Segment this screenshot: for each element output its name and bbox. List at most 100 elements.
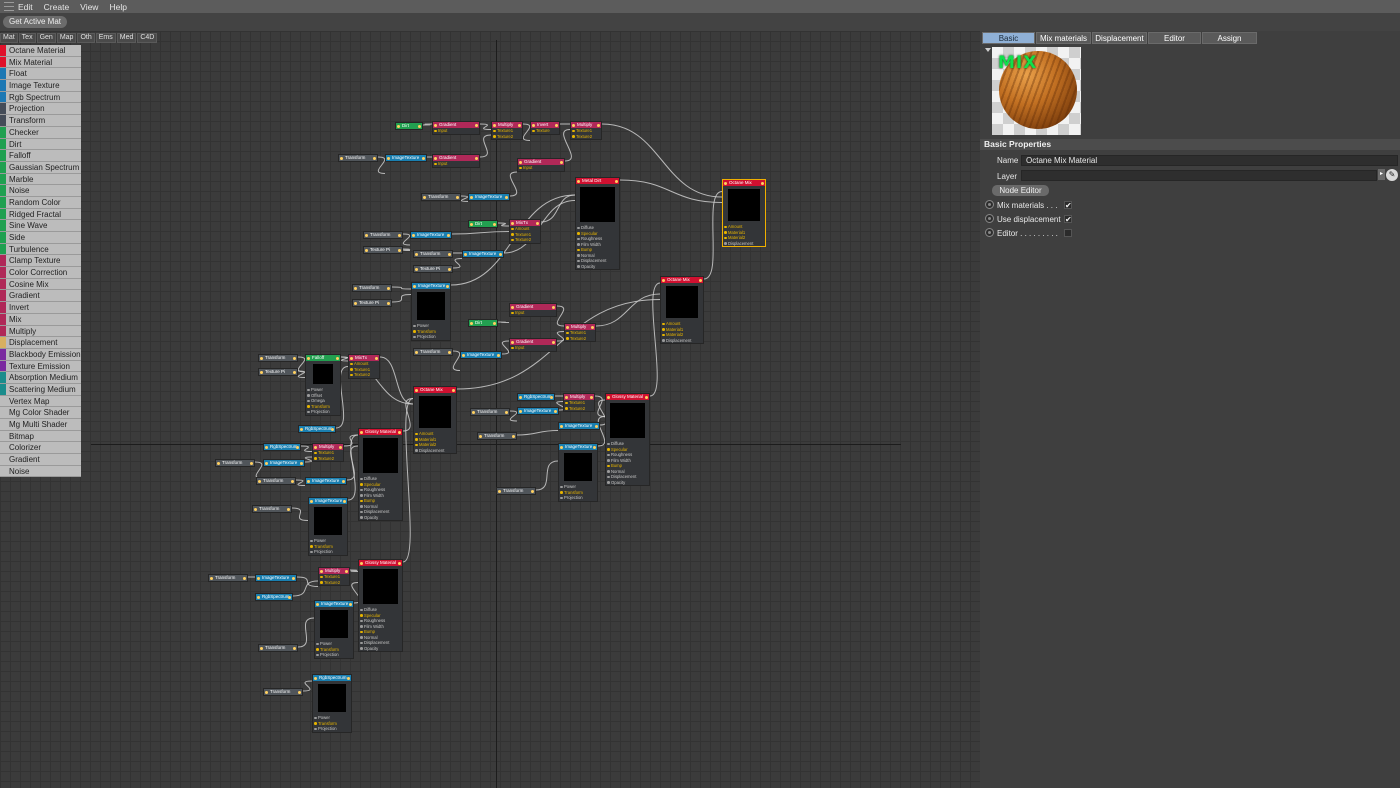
node-port-texture2[interactable]: Texture2 <box>510 237 540 243</box>
node-port-opacity[interactable]: Opacity <box>606 480 649 486</box>
input-socket-icon[interactable] <box>511 305 514 309</box>
node-imagetex-g[interactable]: ImageTexture <box>517 407 559 415</box>
input-socket-icon[interactable] <box>472 410 475 414</box>
output-socket-icon[interactable] <box>292 576 295 580</box>
palette-item[interactable]: Mix <box>0 313 81 326</box>
node-gradient-b[interactable]: Gradient Input <box>432 154 480 168</box>
menu-create[interactable]: Create <box>44 2 70 12</box>
node-title[interactable]: Transform <box>478 433 516 439</box>
node-imagetex-b[interactable]: ImageTexture <box>468 193 510 201</box>
output-socket-icon[interactable] <box>446 284 449 288</box>
output-socket-icon[interactable] <box>345 569 348 573</box>
output-socket-icon[interactable] <box>293 646 296 650</box>
palette-item[interactable]: Marble <box>0 173 81 186</box>
node-editor-button[interactable]: Node Editor <box>992 185 1049 196</box>
node-gradient-a[interactable]: Gradient Input <box>432 121 480 135</box>
node-octane-mix-c[interactable]: Octane Mix Amount Material1 Material2 Displa… <box>413 386 457 454</box>
output-socket-icon[interactable] <box>298 690 301 694</box>
palette-item[interactable]: Mix Material <box>0 56 81 69</box>
input-socket-icon[interactable] <box>397 124 400 128</box>
input-socket-icon[interactable] <box>257 595 260 599</box>
output-socket-icon[interactable] <box>447 233 450 237</box>
palette-item[interactable]: Bitmap <box>0 430 81 443</box>
output-socket-icon[interactable] <box>456 195 459 199</box>
node-multiply-d[interactable]: Multiply Texture1 Texture2 <box>563 393 595 412</box>
input-socket-icon[interactable] <box>360 430 363 434</box>
node-rgbspectrum-c[interactable]: RgbSpectrum <box>263 443 301 451</box>
node-title[interactable]: RgbSpectrum <box>264 444 300 450</box>
palette-item[interactable]: Texture Emission <box>0 360 81 373</box>
palette-item[interactable]: Mg Multi Shader <box>0 419 81 431</box>
node-dirt-top[interactable]: Dirt <box>395 122 423 130</box>
palette-item[interactable]: Blackbody Emission <box>0 348 81 361</box>
palette-item[interactable]: Mg Color Shader <box>0 407 81 419</box>
node-port-projection[interactable]: Projection <box>412 334 450 340</box>
node-title[interactable]: Transform <box>414 251 452 257</box>
palette-item[interactable]: Ridged Fractal <box>0 208 81 221</box>
input-socket-icon[interactable] <box>415 350 418 354</box>
palette-item[interactable]: Image Texture <box>0 80 81 92</box>
node-title[interactable]: RgbSpectrum <box>256 594 292 600</box>
node-imagetex-f[interactable]: ImageTexture <box>460 351 502 359</box>
output-socket-icon[interactable] <box>448 252 451 256</box>
palette-item[interactable]: Gradient <box>0 454 81 466</box>
input-socket-icon[interactable] <box>662 278 665 282</box>
node-gradient-c[interactable]: Gradient Input <box>517 158 565 172</box>
node-gradient-d[interactable]: Gradient Input <box>509 303 557 317</box>
node-title[interactable]: Transform <box>264 689 302 695</box>
layer-arrow-icon[interactable]: ▸ <box>1378 169 1385 180</box>
palette-item[interactable]: Invert <box>0 302 81 314</box>
palette-item[interactable]: Noise <box>0 185 81 197</box>
node-title[interactable]: ImageTexture <box>309 498 347 504</box>
node-title[interactable]: Texture Pi <box>364 247 402 253</box>
output-socket-icon[interactable] <box>375 356 378 360</box>
palette-item[interactable]: Float <box>0 68 81 81</box>
node-title[interactable]: Dirt <box>469 320 497 326</box>
palette-item[interactable]: Vertex Map <box>0 395 81 408</box>
output-socket-icon[interactable] <box>296 445 299 449</box>
input-socket-icon[interactable] <box>607 395 610 399</box>
output-socket-icon[interactable] <box>452 388 455 392</box>
input-socket-icon[interactable] <box>423 195 426 199</box>
node-multiply-a[interactable]: Multiply Texture1 Texture2 <box>491 121 523 140</box>
node-imagetex-c[interactable]: ImageTexture <box>410 231 452 239</box>
node-title[interactable]: Transform <box>259 645 297 651</box>
node-multiply-f[interactable]: Multiply Texture1 Texture2 <box>318 567 350 586</box>
tab-gen[interactable]: Gen <box>36 33 56 43</box>
output-socket-icon[interactable] <box>339 445 342 449</box>
node-transform-k[interactable]: Transform <box>215 459 255 467</box>
node-port-input[interactable]: Input <box>433 161 479 167</box>
palette-item[interactable]: Gradient <box>0 290 81 303</box>
node-transform-e[interactable]: Transform <box>352 284 392 292</box>
input-socket-icon[interactable] <box>572 123 575 127</box>
get-active-mat-button[interactable]: Get Active Mat <box>3 16 68 28</box>
use-displacement-radio-icon[interactable] <box>985 214 994 223</box>
node-title[interactable]: ImageTexture <box>256 575 296 581</box>
node-transform-j[interactable]: Transform <box>496 487 536 495</box>
palette-item[interactable]: Cosine Mix <box>0 278 81 291</box>
node-texture-pi-d[interactable]: Texture Pi <box>258 368 298 376</box>
output-socket-icon[interactable] <box>493 321 496 325</box>
node-imagetex-i[interactable]: ImageTexture Power Transform Projection <box>558 443 598 502</box>
node-port-texture[interactable]: Texture <box>531 128 559 134</box>
menu-help[interactable]: Help <box>109 2 126 12</box>
input-socket-icon[interactable] <box>350 356 353 360</box>
node-title[interactable]: RgbSpectrum <box>313 675 351 681</box>
menu-edit[interactable]: Edit <box>18 2 33 12</box>
palette-item[interactable]: Turbulence <box>0 243 81 256</box>
input-socket-icon[interactable] <box>565 395 568 399</box>
output-socket-icon[interactable] <box>398 248 401 252</box>
node-title[interactable]: ImageTexture <box>559 423 599 429</box>
node-glossy-c[interactable]: Glossy Material Diffuse Specular Roughness F… <box>358 559 403 652</box>
palette-item[interactable]: Dirt <box>0 138 81 151</box>
input-socket-icon[interactable] <box>360 561 363 565</box>
node-port-texture2[interactable]: Texture2 <box>564 406 594 412</box>
input-socket-icon[interactable] <box>519 395 522 399</box>
node-glossy-b[interactable]: Glossy Material Diffuse Specular Roughness F… <box>358 428 403 521</box>
input-socket-icon[interactable] <box>724 181 727 185</box>
node-transform-m[interactable]: Transform <box>252 505 292 513</box>
tab-med[interactable]: Med <box>116 33 137 43</box>
input-socket-icon[interactable] <box>560 445 563 449</box>
palette-item[interactable]: Rgb Spectrum <box>0 91 81 104</box>
palette-item[interactable]: Checker <box>0 126 81 139</box>
